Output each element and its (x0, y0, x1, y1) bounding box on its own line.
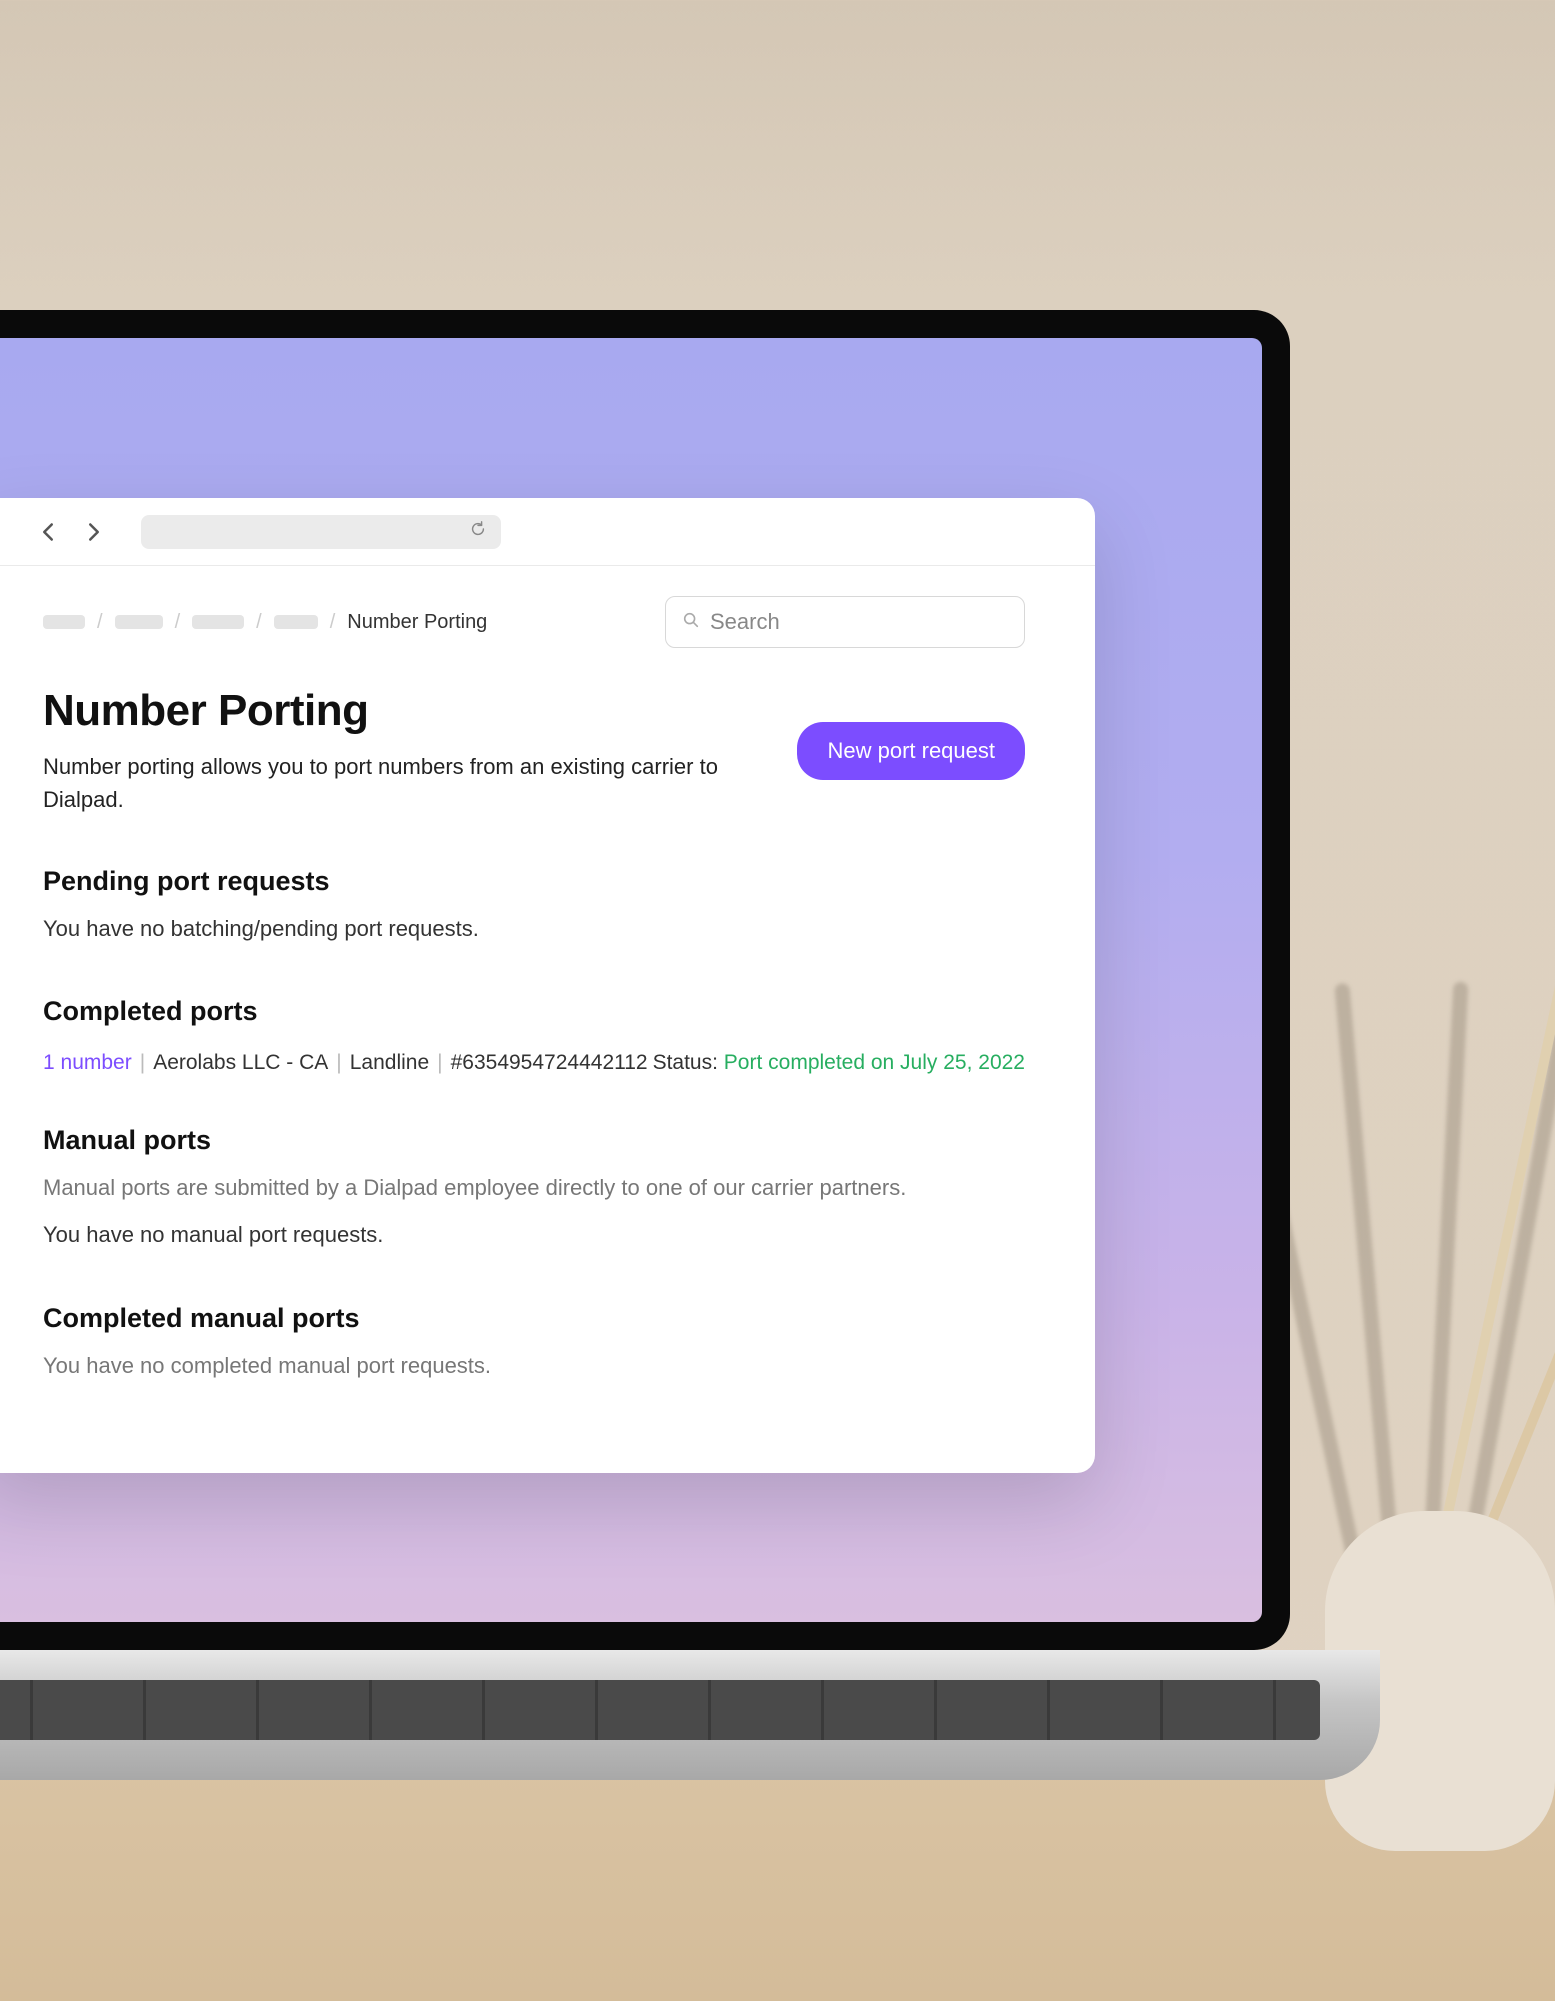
laptop-frame: / / / / Number Porting (0, 310, 1290, 1650)
laptop-screen: / / / / Number Porting (0, 338, 1262, 1622)
forward-button[interactable] (79, 517, 109, 547)
content-area: / / / / Number Porting (0, 566, 1095, 1473)
status-value: Port completed on July 25, 2022 (724, 1051, 1025, 1074)
port-line-type: Landline (350, 1051, 429, 1075)
page-header: Number Porting Number porting allows you… (43, 686, 1025, 816)
search-box[interactable] (665, 596, 1025, 648)
breadcrumb-separator: / (97, 611, 103, 634)
breadcrumb-separator: / (256, 611, 262, 634)
manual-ports-section: Manual ports Manual ports are submitted … (43, 1125, 1025, 1252)
port-reference: #6354954724442112 (451, 1051, 648, 1075)
separator: | (140, 1051, 145, 1075)
port-details: 1 number | Aerolabs LLC - CA | Landline … (43, 1051, 648, 1075)
breadcrumb-separator: / (175, 611, 181, 634)
status-label: Status: (653, 1051, 718, 1074)
search-icon (682, 611, 700, 634)
url-bar[interactable] (141, 515, 501, 549)
laptop-keyboard (0, 1680, 1320, 1740)
back-button[interactable] (33, 517, 63, 547)
separator: | (437, 1051, 442, 1075)
breadcrumb-skeleton (115, 615, 163, 629)
completed-port-row: 1 number | Aerolabs LLC - CA | Landline … (43, 1051, 1025, 1075)
port-account: Aerolabs LLC - CA (153, 1051, 328, 1075)
breadcrumb: / / / / Number Porting (43, 611, 487, 634)
section-title: Completed ports (43, 996, 1025, 1027)
completed-manual-ports-section: Completed manual ports You have no compl… (43, 1303, 1025, 1383)
pending-ports-section: Pending port requests You have no batchi… (43, 866, 1025, 946)
section-description: Manual ports are submitted by a Dialpad … (43, 1170, 1025, 1205)
breadcrumb-skeleton (192, 615, 244, 629)
section-title: Completed manual ports (43, 1303, 1025, 1334)
separator: | (336, 1051, 341, 1075)
header-text-block: Number Porting Number porting allows you… (43, 686, 797, 816)
new-port-request-button[interactable]: New port request (797, 722, 1025, 780)
empty-state-text: You have no batching/pending port reques… (43, 911, 1025, 946)
page-subtitle: Number porting allows you to port number… (43, 750, 797, 816)
desk-surface (0, 1771, 1555, 2001)
search-input[interactable] (710, 609, 1008, 635)
top-row: / / / / Number Porting (43, 596, 1025, 648)
breadcrumb-skeleton (274, 615, 318, 629)
port-number-link[interactable]: 1 number (43, 1051, 132, 1075)
refresh-icon[interactable] (469, 520, 487, 543)
section-title: Pending port requests (43, 866, 1025, 897)
page-title: Number Porting (43, 686, 797, 736)
breadcrumb-skeleton (43, 615, 85, 629)
breadcrumb-separator: / (330, 611, 336, 634)
section-title: Manual ports (43, 1125, 1025, 1156)
completed-ports-section: Completed ports 1 number | Aerolabs LLC … (43, 996, 1025, 1075)
empty-state-text: You have no manual port requests. (43, 1217, 1025, 1252)
port-status: Status: Port completed on July 25, 2022 (653, 1051, 1025, 1075)
breadcrumb-current: Number Porting (347, 611, 487, 634)
browser-toolbar (0, 498, 1095, 566)
app-window: / / / / Number Porting (0, 498, 1095, 1473)
empty-state-text: You have no completed manual port reques… (43, 1348, 1025, 1383)
